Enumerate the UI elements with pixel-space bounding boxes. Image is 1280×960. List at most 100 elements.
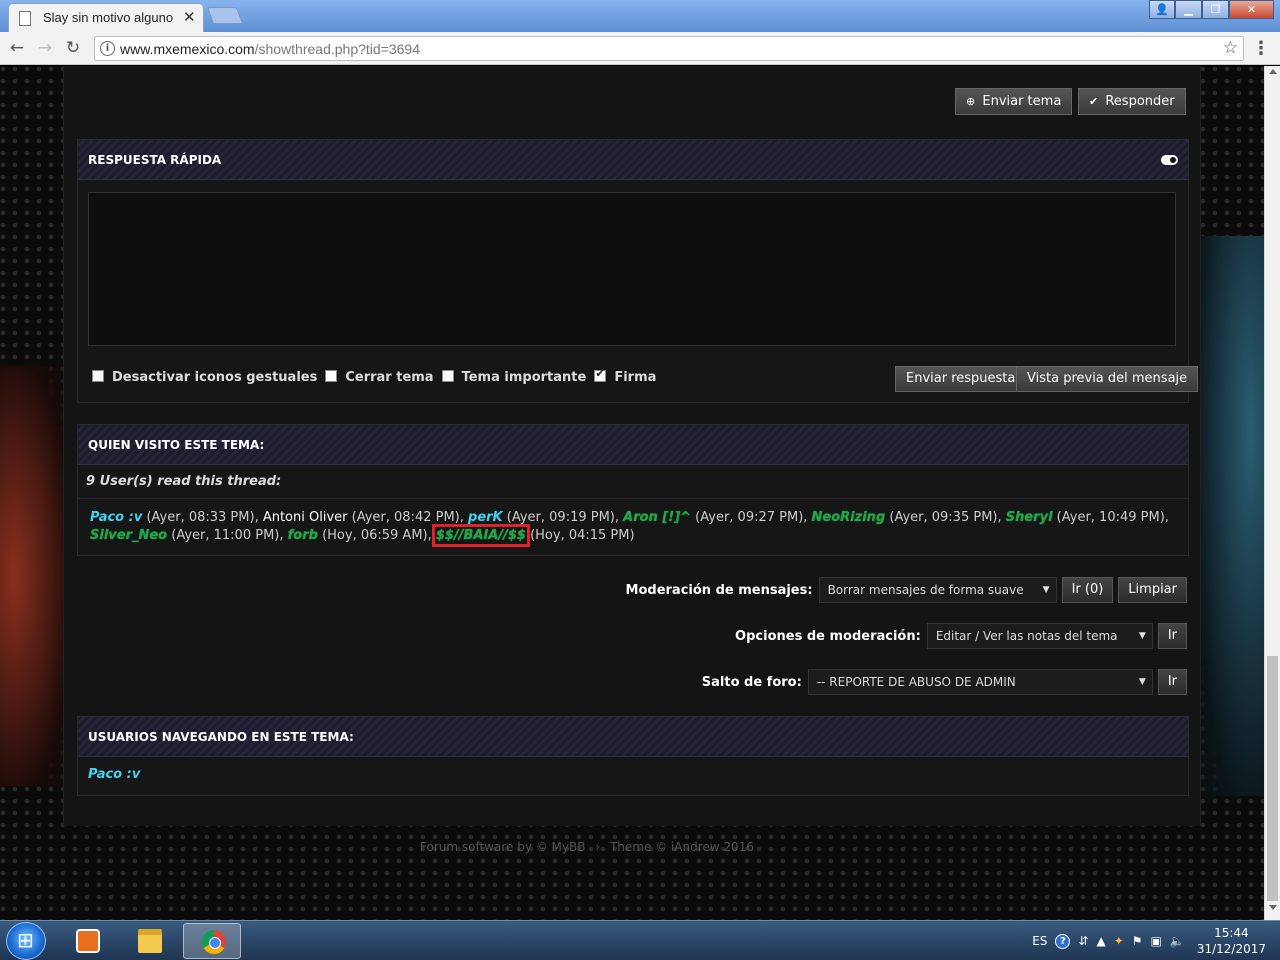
visit-time: (Hoy, 04:15 PM) [530,528,635,543]
maximize-button[interactable]: ❐ [1202,0,1229,19]
app-tray-icon[interactable]: ✦ [1114,934,1124,948]
network-icon[interactable]: ▣ [1151,934,1162,948]
network-adapter-icon[interactable]: ⇵ [1078,934,1088,948]
new-thread-label: Enviar tema [982,94,1062,109]
quick-reply-textarea[interactable] [88,192,1176,346]
back-icon[interactable]: ← [6,37,28,59]
action-center-flag-icon[interactable]: ⚑ [1132,934,1143,948]
read-count: 9 User(s) read this thread: [78,465,1188,499]
footer-separator: › [595,840,601,854]
disable-smilies-checkbox[interactable] [92,369,104,382]
visitor-link[interactable]: NeoRizing [812,510,886,525]
bookmark-star-icon[interactable]: ☆ [1223,38,1238,58]
forum-jump-label: Salto de foro: [701,674,802,690]
close-tab-icon[interactable]: ✕ [183,8,196,26]
visit-time: (Ayer, 08:33 PM) [146,510,255,525]
forum-jump-select[interactable]: -- REPORTE DE ABUSO DE ADMIN [807,669,1153,695]
scroll-up-icon[interactable] [1269,69,1277,74]
browsing-user-link[interactable]: Paco :v [78,757,1188,792]
scroll-down-icon[interactable] [1269,905,1277,910]
browser-menu-icon[interactable]: ⋮ [1252,38,1270,59]
visitor-link[interactable]: Sheryl [1006,510,1053,525]
visitor-link[interactable]: Paco :v [90,510,142,525]
page-viewport: ⊕ Enviar tema ✔ Responder RESPUESTA RÁPI… [0,66,1264,920]
scrollbar-thumb[interactable] [1267,656,1278,901]
forum-jump-go-button[interactable]: Ir [1157,669,1187,695]
forum-jump-row: Salto de foro: -- REPORTE DE ABUSO DE AD… [702,669,1187,695]
quick-reply-header: RESPUESTA RÁPIDA [78,140,1188,180]
quick-reply-title: RESPUESTA RÁPIDA [88,153,222,167]
visitor-link[interactable]: perK [468,510,503,525]
visitor-link[interactable]: Silver_Neo [90,528,167,543]
visit-time: (Ayer, 11:00 PM) [171,528,280,543]
visitor-link[interactable]: forb [288,528,318,543]
user-profile-icon[interactable]: 👤 [1149,0,1175,19]
thread-moderation-row: Opciones de moderación: Editar / Ver las… [735,623,1187,649]
disable-smilies-label[interactable]: Desactivar iconos gestuales [112,370,317,385]
forward-icon[interactable]: → [34,37,56,59]
taskbar-media-player[interactable] [58,923,116,959]
plus-circle-icon: ⊕ [966,95,976,108]
signature-checkbox[interactable] [594,367,607,382]
who-visited-panel: QUIEN VISITO ESTE TEMA: 9 User(s) read t… [77,424,1189,556]
thread-moderation-go-button[interactable]: Ir [1157,623,1187,649]
close-thread-label[interactable]: Cerrar tema [345,370,433,385]
windows-taskbar: ES ? ⇵ ▲ ✦ ⚑ ▣ 🔈 15:44 31/12/2017 [0,920,1280,960]
close-thread-checkbox[interactable] [325,369,338,382]
visit-time: (Ayer, 09:27 PM) [695,510,804,525]
visitor-link[interactable]: Aron [!]^ [623,510,691,525]
collapse-toggle-icon[interactable] [1161,155,1178,165]
window-controls: 👤 ▁ ❐ ✕ [1149,0,1274,20]
highlighted-visitor-link[interactable]: $$//BAIA//$$ [431,524,530,547]
browser-tab-strip: Slay sin motivo alguno ✕ 👤 ▁ ❐ ✕ [0,0,1280,32]
page-icon [19,11,31,26]
close-window-button[interactable]: ✕ [1229,0,1274,19]
theme-credit-link[interactable]: Theme © iAndrew 2016 [610,840,754,854]
visitor-list: Paco :v (Ayer, 08:33 PM), Antoni Oliver … [90,510,1169,547]
who-visited-header: QUIEN VISITO ESTE TEMA: [78,425,1188,465]
system-clock[interactable]: 15:44 31/12/2017 [1197,925,1266,957]
volume-icon[interactable]: 🔈 [1170,934,1185,948]
signature-label[interactable]: Firma [614,370,656,385]
clock-time: 15:44 [1214,926,1249,940]
url-text: www.mxemexico.com/showthread.php?tid=369… [120,41,420,57]
message-moderation-select[interactable]: Borrar mensajes de forma suave [818,577,1057,603]
chrome-icon [202,930,226,954]
sticky-thread-label[interactable]: Tema importante [462,370,587,385]
site-info-icon[interactable]: i [100,41,115,56]
help-icon[interactable]: ? [1055,933,1071,949]
visit-time: (Ayer, 09:35 PM) [889,510,998,525]
forum-container: ⊕ Enviar tema ✔ Responder RESPUESTA RÁPI… [63,66,1201,826]
new-thread-button[interactable]: ⊕ Enviar tema [955,88,1073,115]
language-indicator[interactable]: ES [1032,934,1047,948]
visitor-link[interactable]: Antoni Oliver [263,510,348,525]
thread-moderation-select[interactable]: Editar / Ver las notas del tema [926,623,1153,649]
taskbar-chrome[interactable] [183,923,241,959]
browser-tab[interactable]: Slay sin motivo alguno ✕ [8,3,204,32]
visit-time: (Ayer, 09:19 PM) [506,510,615,525]
taskbar-file-explorer[interactable] [120,923,178,959]
page-scrollbar[interactable] [1264,66,1280,920]
submit-reply-button[interactable]: Enviar respuesta [895,366,1027,392]
address-bar[interactable]: i www.mxemexico.com/showthread.php?tid=3… [94,36,1244,61]
reply-label: Responder [1105,94,1175,109]
users-browsing-header: USUARIOS NAVEGANDO EN ESTE TEMA: [78,717,1188,757]
url-path: /showthread.php?tid=3694 [254,41,421,57]
system-tray: ES ? ⇵ ▲ ✦ ⚑ ▣ 🔈 15:44 31/12/2017 [1024,921,1266,960]
reply-button[interactable]: ✔ Responder [1078,88,1186,115]
message-moderation-go-button[interactable]: Ir (0) [1061,577,1114,603]
thread-moderation-label: Opciones de moderación: [735,628,921,644]
clear-selection-button[interactable]: Limpiar [1118,577,1187,603]
background-art-right [1196,236,1264,796]
minimize-button[interactable]: ▁ [1175,0,1202,19]
reload-icon[interactable]: ↻ [62,37,84,59]
mybb-credit-link[interactable]: Forum software by © MyBB [420,840,585,854]
sticky-thread-checkbox[interactable] [441,369,454,382]
preview-button[interactable]: Vista previa del mensaje [1016,366,1199,392]
new-tab-button[interactable] [206,7,244,24]
start-button[interactable] [6,922,46,960]
tab-title: Slay sin motivo alguno [43,10,174,25]
show-hidden-icons-icon[interactable]: ▲ [1096,934,1105,948]
users-browsing-panel: USUARIOS NAVEGANDO EN ESTE TEMA: Paco :v [77,716,1189,796]
visit-time: (Ayer, 08:42 PM) [351,510,460,525]
